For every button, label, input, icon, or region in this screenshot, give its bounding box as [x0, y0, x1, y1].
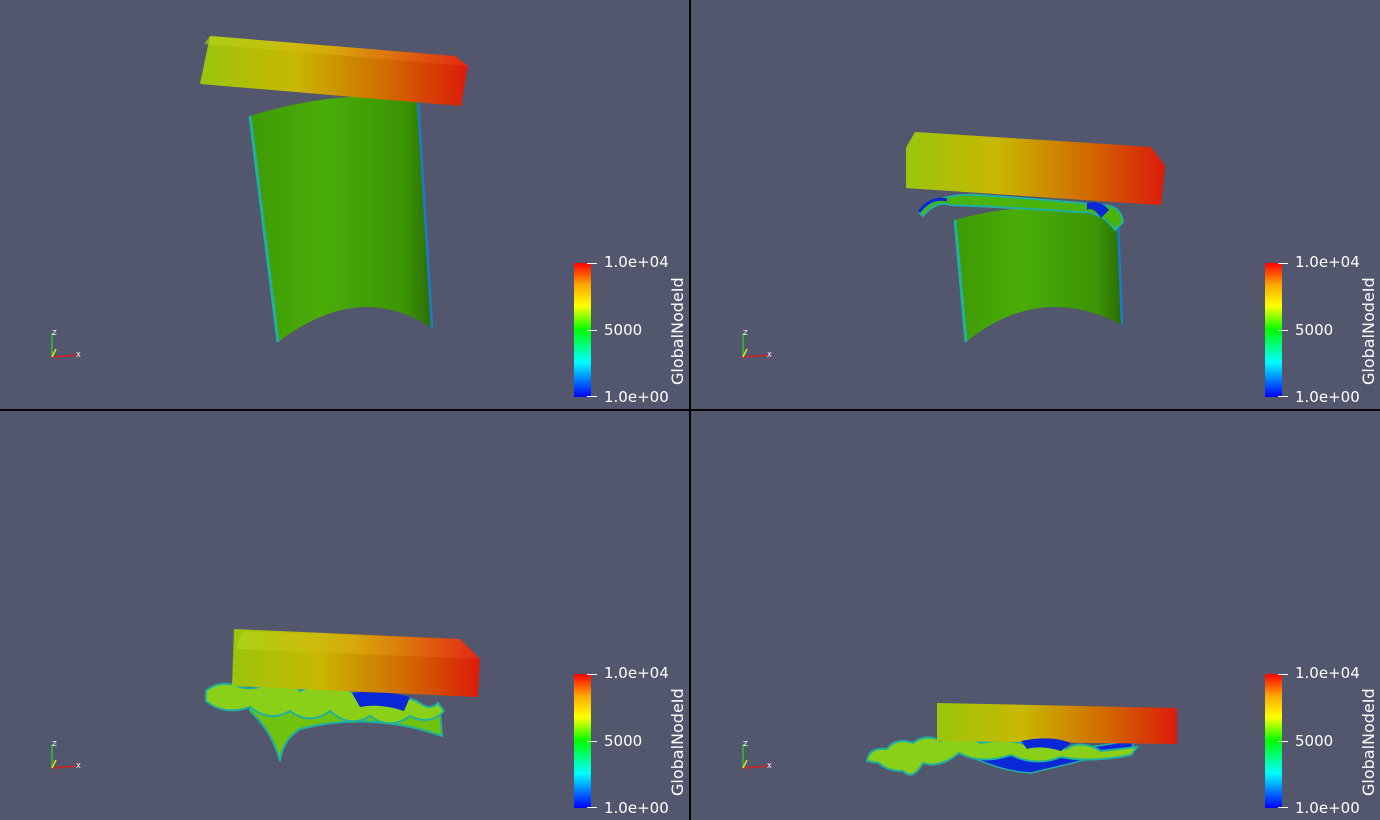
orientation-axes-icon: X Z	[51, 329, 81, 359]
render-view-4[interactable]: 1.0e+04 5000 1.0e+00 GlobalNodeId X Z	[691, 411, 1380, 820]
legend-tick-min	[1278, 396, 1288, 397]
legend-min-label: 1.0e+00	[1295, 388, 1360, 406]
legend-tick-max	[1278, 674, 1288, 675]
legend-min-label: 1.0e+00	[604, 388, 669, 406]
legend-tick-max	[587, 263, 597, 264]
legend-tick-min	[587, 807, 597, 808]
legend-max-label: 1.0e+04	[604, 253, 669, 271]
legend-title: GlobalNodeId	[1359, 277, 1378, 385]
legend-tick-mid	[1278, 330, 1288, 331]
legend-mid-label: 5000	[604, 321, 643, 339]
legend-tick-max	[587, 674, 597, 675]
legend-title: GlobalNodeId	[668, 277, 687, 385]
axis-z-label: Z	[743, 740, 748, 748]
orientation-axes-icon: X Z	[742, 329, 772, 359]
axis-z-label: Z	[52, 740, 57, 748]
legend-mid-label: 5000	[604, 732, 643, 750]
legend-tick-min	[587, 396, 597, 397]
legend-mid-label: 5000	[1295, 732, 1334, 750]
axis-z-label: Z	[743, 329, 748, 337]
legend-tick-mid	[587, 741, 597, 742]
legend-mid-label: 5000	[1295, 321, 1334, 339]
legend-max-label: 1.0e+04	[604, 664, 669, 682]
legend-title: GlobalNodeId	[1359, 688, 1378, 796]
legend-tick-mid	[587, 330, 597, 331]
legend-tick-min	[1278, 807, 1288, 808]
legend-tick-max	[1278, 263, 1288, 264]
render-view-3[interactable]: 1.0e+04 5000 1.0e+00 GlobalNodeId X Z	[0, 411, 689, 820]
legend-max-label: 1.0e+04	[1295, 664, 1360, 682]
axis-x-label: X	[767, 351, 772, 359]
legend-max-label: 1.0e+04	[1295, 253, 1360, 271]
orientation-axes-icon: X Z	[742, 740, 772, 770]
legend-min-label: 1.0e+00	[1295, 799, 1360, 817]
axis-x-label: X	[76, 351, 81, 359]
axis-x-label: X	[76, 762, 81, 770]
orientation-axes-icon: X Z	[51, 740, 81, 770]
axis-z-label: Z	[52, 329, 57, 337]
axis-x-label: X	[767, 762, 772, 770]
legend-min-label: 1.0e+00	[604, 799, 669, 817]
render-view-2[interactable]: 1.0e+04 5000 1.0e+00 GlobalNodeId X Z	[691, 0, 1380, 409]
render-view-1[interactable]: 1.0e+04 5000 1.0e+00 GlobalNodeId X Z	[0, 0, 689, 409]
legend-tick-mid	[1278, 741, 1288, 742]
legend-title: GlobalNodeId	[668, 688, 687, 796]
